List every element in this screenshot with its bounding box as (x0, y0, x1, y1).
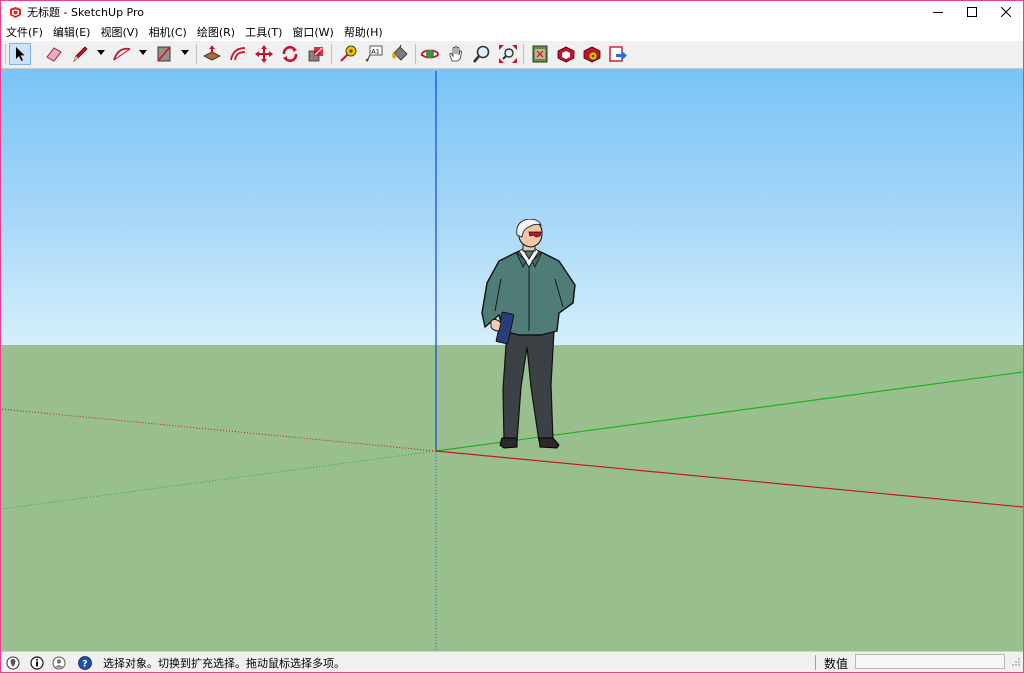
maximize-button[interactable] (955, 1, 989, 23)
rotate-tool-button[interactable] (279, 43, 301, 65)
rectangle-tool-dropdown[interactable] (181, 50, 189, 55)
move-tool-button[interactable] (253, 43, 275, 65)
arc-icon (113, 47, 131, 61)
close-icon (1001, 7, 1011, 17)
credits-info-icon[interactable] (29, 655, 45, 671)
tape-measure-tool-button[interactable] (337, 43, 359, 65)
menu-help[interactable]: 帮助(H) (339, 24, 388, 40)
svg-text:?: ? (82, 659, 87, 669)
menu-edit[interactable]: 编辑(E) (48, 24, 96, 40)
toolbar-separator (196, 44, 197, 64)
green-axis-negative (1, 450, 437, 510)
send-to-layout-tool-button[interactable] (607, 43, 629, 65)
rectangle-icon (157, 46, 171, 62)
select-tool-button[interactable] (9, 43, 31, 65)
rotate-icon (282, 45, 298, 63)
menu-draw[interactable]: 绘图(R) (192, 24, 240, 40)
getting-started-toolbar: A1 (1, 41, 1023, 69)
3d-warehouse-icon (532, 45, 548, 63)
menu-window[interactable]: 窗口(W) (287, 24, 338, 40)
arrow-pointer-icon (16, 47, 25, 61)
extension-warehouse-tool-button[interactable] (555, 43, 577, 65)
zoom-extents-tool-button[interactable] (497, 43, 519, 65)
tape-measure-icon (340, 45, 357, 62)
sketchup-window: 无标题 - SketchUp Pro 文件(F) 编辑(E) 视图(V) 相机(… (0, 0, 1024, 673)
arc-tool-button[interactable] (111, 43, 133, 65)
status-bar: ? 选择对象。切换到扩充选择。拖动鼠标选择多项。 数值 (1, 651, 1023, 672)
scale-icon (308, 47, 323, 62)
instructor-help-icon[interactable]: ? (77, 655, 93, 671)
toolbar-separator (331, 44, 332, 64)
red-axis (435, 450, 1023, 508)
extension-warehouse-icon (557, 46, 575, 63)
extension-manager-icon (583, 46, 601, 63)
resize-grip-icon[interactable] (1011, 657, 1021, 667)
title-bar[interactable]: 无标题 - SketchUp Pro (1, 1, 1023, 23)
orbit-tool-button[interactable] (419, 43, 441, 65)
push-pull-icon (203, 45, 221, 61)
scale-tool-button[interactable] (305, 43, 327, 65)
pan-tool-button[interactable] (445, 43, 467, 65)
window-title: 无标题 - SketchUp Pro (27, 6, 145, 19)
pencil-icon (73, 46, 88, 63)
zoom-tool-button[interactable] (471, 43, 493, 65)
minimize-button[interactable] (921, 1, 955, 23)
line-tool-dropdown[interactable] (97, 50, 105, 55)
scale-figure-person[interactable] (479, 219, 581, 455)
magnifier-icon (473, 45, 490, 63)
window-controls (921, 1, 1023, 23)
push-pull-tool-button[interactable] (201, 43, 223, 65)
toolbar-grip (5, 44, 6, 64)
warehouse-tool-button[interactable] (529, 43, 551, 65)
menu-view[interactable]: 视图(V) (95, 24, 143, 40)
toolbar-separator (523, 44, 524, 64)
measurements-label: 数值 (824, 657, 849, 671)
status-message: 选择对象。切换到扩充选择。拖动鼠标选择多项。 (103, 656, 345, 670)
menu-bar: 文件(F) 编辑(E) 视图(V) 相机(C) 绘图(R) 工具(T) 窗口(W… (1, 23, 1023, 41)
eraser-icon (46, 47, 62, 62)
paint-bucket-icon (392, 44, 408, 61)
offset-tool-button[interactable] (227, 43, 249, 65)
send-to-layout-icon (609, 46, 627, 62)
menu-camera[interactable]: 相机(C) (144, 24, 192, 40)
paint-bucket-tool-button[interactable] (389, 43, 411, 65)
modeling-viewport[interactable] (1, 69, 1023, 651)
geo-location-icon[interactable] (5, 655, 21, 671)
toolbar-separator (415, 44, 416, 64)
hand-icon (449, 46, 462, 62)
text-tool-button[interactable]: A1 (363, 43, 385, 65)
move-icon (255, 45, 273, 63)
svg-text:A1: A1 (371, 47, 380, 55)
red-axis-negative (1, 408, 437, 452)
extension-manager-tool-button[interactable] (581, 43, 603, 65)
status-separator (815, 655, 816, 670)
arc-tool-dropdown[interactable] (139, 50, 147, 55)
sketchup-logo-icon (7, 4, 23, 20)
rectangle-tool-button[interactable] (153, 43, 175, 65)
menu-file[interactable]: 文件(F) (1, 24, 48, 40)
close-button[interactable] (989, 1, 1023, 23)
minimize-icon (933, 12, 943, 13)
menu-tools[interactable]: 工具(T) (240, 24, 287, 40)
zoom-extents-icon (499, 45, 517, 63)
eraser-tool-button[interactable] (43, 43, 65, 65)
user-account-icon[interactable] (51, 655, 67, 671)
offset-icon (230, 47, 246, 61)
text-icon: A1 (365, 45, 383, 62)
maximize-icon (967, 7, 977, 17)
orbit-icon (420, 49, 439, 59)
line-tool-button[interactable] (69, 43, 91, 65)
measurements-input[interactable] (855, 654, 1005, 669)
